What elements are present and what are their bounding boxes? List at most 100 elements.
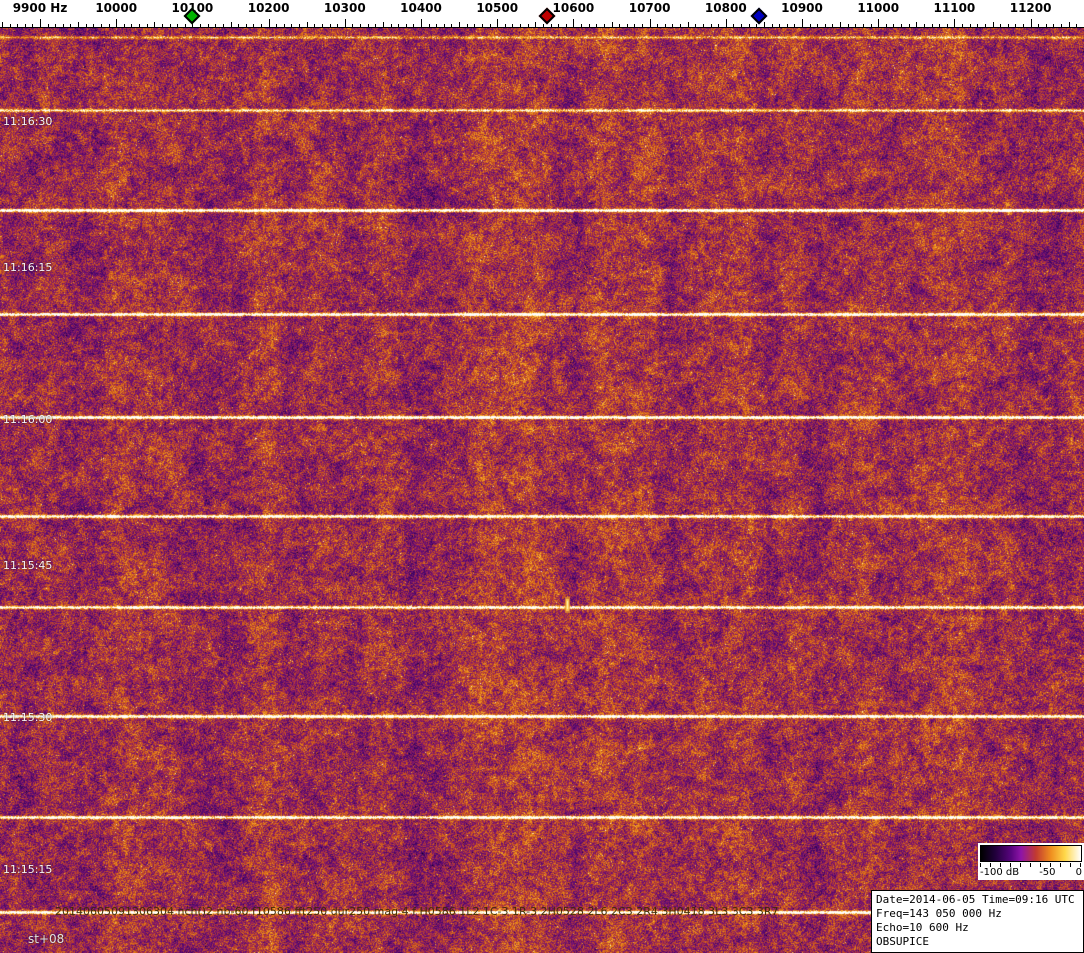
ruler-tick xyxy=(878,19,880,27)
ruler-tick xyxy=(497,19,499,27)
ruler-tick xyxy=(291,24,293,27)
ruler-tick xyxy=(840,22,842,27)
ruler-tick xyxy=(474,24,476,27)
ruler-tick xyxy=(916,22,918,27)
ruler-tick xyxy=(123,24,125,27)
ruler-tick xyxy=(748,24,750,27)
ruler-tick xyxy=(40,19,41,27)
ruler-label: 10800 xyxy=(704,1,747,15)
ruler-tick xyxy=(962,24,964,27)
ruler-tick xyxy=(55,24,57,27)
ruler-tick xyxy=(885,24,887,27)
ruler-tick xyxy=(177,24,179,27)
ruler-tick xyxy=(512,24,514,27)
ruler-tick xyxy=(443,24,445,27)
frequency-ruler[interactable]: 9900 Hz100001010010200103001040010500106… xyxy=(0,0,1084,28)
ruler-tick xyxy=(702,24,704,27)
ruler-tick xyxy=(283,24,285,27)
ruler-tick xyxy=(154,22,156,27)
legend-labels: -100 dB -50 0 xyxy=(980,867,1082,878)
ruler-label: 11200 xyxy=(1009,1,1052,15)
ruler-tick xyxy=(634,24,636,27)
ruler-tick xyxy=(504,24,506,27)
ruler-tick xyxy=(207,24,209,27)
ruler-tick xyxy=(908,24,910,27)
ruler-tick xyxy=(1045,24,1047,27)
ruler-tick xyxy=(1007,24,1009,27)
ruler-tick xyxy=(47,24,49,27)
ruler-tick xyxy=(268,19,270,27)
ruler-tick xyxy=(581,24,583,27)
ruler-tick xyxy=(78,22,80,27)
ruler-tick xyxy=(169,24,171,27)
ruler-tick xyxy=(832,24,834,27)
ruler-tick xyxy=(527,24,529,27)
waterfall-display xyxy=(0,28,1084,953)
ruler-tick xyxy=(85,24,87,27)
ruler-tick xyxy=(146,24,148,27)
ruler-tick xyxy=(710,24,712,27)
ruler-tick xyxy=(542,24,544,27)
color-gradient-bar xyxy=(980,845,1082,862)
ruler-tick xyxy=(1076,24,1078,27)
ruler-tick xyxy=(809,24,811,27)
spectrum-waterfall-screen: 9900 Hz100001010010200103001040010500106… xyxy=(0,0,1084,953)
ruler-tick xyxy=(862,24,864,27)
ruler-label: 11100 xyxy=(933,1,976,15)
ruler-tick xyxy=(451,24,453,27)
ruler-tick xyxy=(802,19,803,27)
ruler-tick xyxy=(786,24,788,27)
ruler-tick xyxy=(116,19,118,27)
ruler-tick xyxy=(131,24,133,27)
ruler-tick xyxy=(306,22,308,27)
ruler-tick xyxy=(200,24,202,27)
ruler-label: 10600 xyxy=(552,1,595,15)
ruler-tick xyxy=(520,24,522,27)
station-overlay-text: st+08 xyxy=(28,932,65,946)
ruler-tick xyxy=(984,24,986,27)
ruler-tick xyxy=(367,24,369,27)
ruler-tick xyxy=(382,22,384,27)
ruler-tick xyxy=(314,24,316,27)
ruler-tick xyxy=(680,24,682,27)
ruler-tick xyxy=(687,22,689,27)
ruler-tick xyxy=(1022,24,1024,27)
ruler-tick xyxy=(375,24,377,27)
ruler-tick xyxy=(664,24,666,27)
ruler-tick xyxy=(718,24,720,27)
ruler-tick xyxy=(763,22,765,27)
ruler-tick xyxy=(779,24,781,27)
ruler-tick xyxy=(139,24,141,27)
ruler-tick xyxy=(337,24,339,27)
ruler-tick xyxy=(672,24,674,27)
ruler-tick xyxy=(558,24,560,27)
ruler-tick xyxy=(32,24,34,27)
ruler-tick xyxy=(641,24,643,27)
ruler-tick xyxy=(870,24,872,27)
ruler-tick xyxy=(741,24,743,27)
legend-label-max: 0 xyxy=(1075,867,1082,878)
ruler-tick xyxy=(771,24,773,27)
ruler-tick xyxy=(855,24,857,27)
ruler-tick xyxy=(794,24,796,27)
ruler-tick xyxy=(817,24,819,27)
ruler-tick xyxy=(428,24,430,27)
ruler-tick xyxy=(321,24,323,27)
ruler-tick xyxy=(756,24,758,27)
ruler-tick xyxy=(969,24,971,27)
ruler-tick xyxy=(824,24,826,27)
ruler-tick xyxy=(9,24,11,27)
ruler-tick xyxy=(977,24,979,27)
ruler-tick xyxy=(923,24,925,27)
ruler-tick xyxy=(215,24,217,27)
ruler-tick xyxy=(24,24,26,27)
ruler-tick xyxy=(588,24,590,27)
ruler-tick xyxy=(946,24,948,27)
ruler-label: 10900 xyxy=(781,1,823,15)
info-line-station: OBSUPICE xyxy=(876,935,929,948)
ruler-tick xyxy=(260,24,262,27)
ruler-tick xyxy=(626,24,628,27)
ruler-tick xyxy=(649,19,651,27)
ruler-tick xyxy=(1038,24,1040,27)
ruler-tick xyxy=(436,24,438,27)
